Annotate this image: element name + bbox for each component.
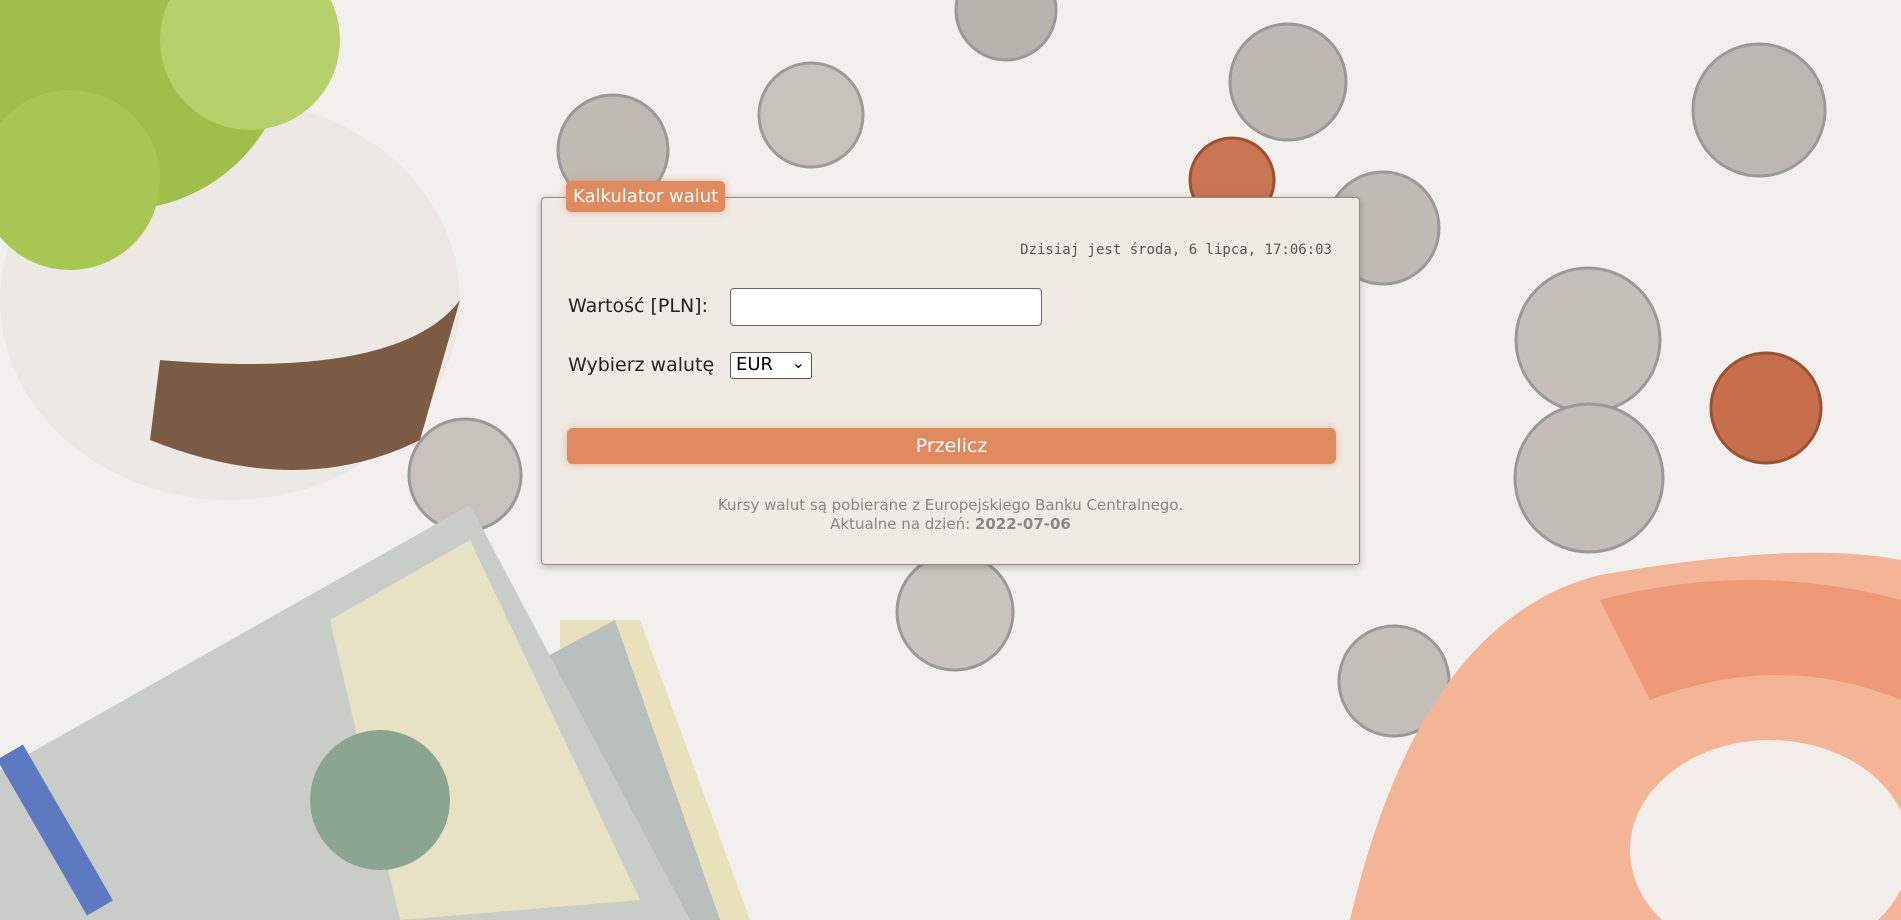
currency-label: Wybierz walutę	[568, 354, 715, 376]
rates-date-value: 2022-07-06	[974, 515, 1071, 533]
convert-button[interactable]: Przelicz	[567, 428, 1336, 464]
calculator-title: Kalkulator walut	[566, 181, 726, 212]
value-input[interactable]	[730, 288, 1042, 326]
currency-selected-value: EUR	[736, 354, 774, 375]
rates-source-text: Kursy walut są pobierane z Europejskiego…	[717, 496, 1184, 514]
currency-select[interactable]: EUR ⌄	[730, 352, 812, 379]
value-label: Wartość [PLN]:	[568, 295, 708, 317]
chevron-down-icon: ⌄	[791, 353, 805, 372]
rates-date-line: Aktualne na dzień: 2022-07-06	[542, 515, 1359, 534]
rates-info: Kursy walut są pobierane z Europejskiego…	[542, 496, 1359, 534]
rates-date-prefix: Aktualne na dzień:	[830, 515, 971, 533]
calculator-panel: Dzisiaj jest środa, 6 lipca, 17:06:03 Wa…	[541, 197, 1360, 565]
current-date-text: Dzisiaj jest środa, 6 lipca, 17:06:03	[1020, 242, 1332, 258]
